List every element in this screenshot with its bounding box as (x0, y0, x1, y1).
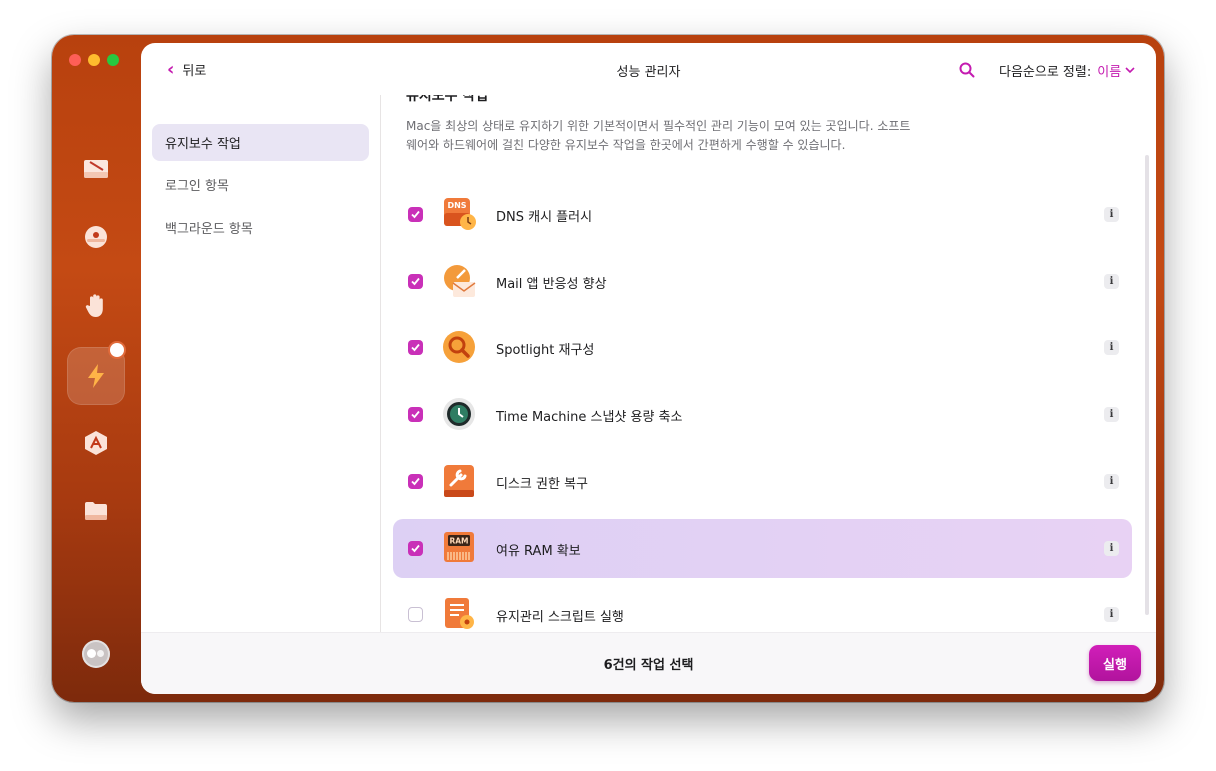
minimize-window-button[interactable] (88, 54, 100, 66)
protection-icon[interactable] (81, 222, 111, 252)
task-label: Mail 앱 반응성 향상 (496, 277, 607, 292)
checkmark-icon (411, 544, 420, 553)
info-button[interactable]: i (1104, 474, 1119, 489)
task-row-free-ram-selected[interactable]: RAM 여유 RAM 확보 i (393, 519, 1132, 578)
performance-bolt-icon[interactable] (81, 361, 111, 391)
category-nav: 유지보수 작업 로그인 항목 백그라운드 항목 (141, 95, 381, 632)
info-button[interactable]: i (1104, 541, 1119, 556)
time-machine-icon (441, 396, 477, 432)
task-checkbox[interactable] (408, 474, 423, 489)
checkmark-icon (411, 277, 420, 286)
scrollbar[interactable] (1145, 155, 1149, 615)
files-folder-icon[interactable] (81, 496, 111, 526)
ram-icon: RAM (441, 530, 477, 566)
task-label: 여유 RAM 확보 (496, 544, 581, 559)
scripts-icon (441, 596, 477, 632)
checkmark-icon (411, 343, 420, 352)
nav-item-label: 백그라운드 항목 (165, 222, 253, 237)
task-row-time-machine[interactable]: Time Machine 스냅샷 용량 축소 i (393, 385, 1132, 444)
task-row-mail[interactable]: Mail 앱 반응성 향상 i (393, 252, 1132, 311)
dns-icon-text: DNS (447, 201, 466, 210)
dns-icon: DNS (441, 196, 477, 232)
nav-item-label: 로그인 항목 (165, 179, 229, 194)
chevron-down-icon (1125, 67, 1135, 74)
checkmark-icon (411, 210, 420, 219)
footer-bar: 6건의 작업 선택 실행 (141, 632, 1156, 694)
privacy-hand-icon[interactable] (81, 290, 111, 320)
section-description: Mac을 최상의 상태로 유지하기 위한 기본적이면서 필수적인 관리 기능이 … (406, 119, 911, 152)
task-label: 디스크 권한 복구 (496, 477, 588, 492)
info-button[interactable]: i (1104, 340, 1119, 355)
nav-item-maintenance[interactable]: 유지보수 작업 (152, 124, 369, 161)
selection-count: 6건의 작업 선택 (603, 658, 694, 673)
sort-value: 이름 (1097, 65, 1122, 80)
task-label: Spotlight 재구성 (496, 343, 595, 358)
cleanup-icon[interactable] (81, 154, 111, 184)
task-row-dns[interactable]: DNS DNS 캐시 플러시 i (393, 185, 1132, 244)
task-row-disk-permissions[interactable]: 디스크 권한 복구 i (393, 452, 1132, 511)
applications-icon[interactable] (81, 428, 111, 458)
main-panel: ‹ 뒤로 성능 관리자 다음순으로 정렬: 이름 유지보수 작업 로그인 항목 … (141, 43, 1156, 694)
mail-speed-icon (441, 263, 477, 299)
task-checkbox[interactable] (408, 407, 423, 422)
task-label: Time Machine 스냅샷 용량 축소 (496, 410, 683, 425)
nav-item-background-items[interactable]: 백그라운드 항목 (152, 209, 369, 246)
assistant-avatar[interactable] (82, 640, 110, 668)
app-window: ‹ 뒤로 성능 관리자 다음순으로 정렬: 이름 유지보수 작업 로그인 항목 … (52, 35, 1164, 702)
info-button[interactable]: i (1104, 407, 1119, 422)
task-label: DNS 캐시 플러시 (496, 210, 593, 225)
run-button[interactable]: 실행 (1089, 645, 1141, 681)
task-row-maintenance-scripts[interactable]: 유지관리 스크립트 실행 i (393, 585, 1132, 632)
task-checkbox[interactable] (408, 207, 423, 222)
task-row-spotlight[interactable]: Spotlight 재구성 i (393, 318, 1132, 377)
disk-repair-icon (441, 463, 477, 499)
sort-control: 다음순으로 정렬: 이름 (999, 61, 1135, 80)
section-title: 유지보수 작업 (406, 95, 489, 104)
search-icon[interactable] (959, 62, 975, 78)
task-checkbox[interactable] (408, 274, 423, 289)
sort-dropdown[interactable]: 이름 (1097, 61, 1135, 80)
toolbar: ‹ 뒤로 성능 관리자 다음순으로 정렬: 이름 (141, 43, 1156, 95)
task-checkbox[interactable] (408, 541, 423, 556)
sort-label: 다음순으로 정렬: (999, 65, 1092, 80)
task-checkbox[interactable] (408, 607, 423, 622)
task-label: 유지관리 스크립트 실행 (496, 610, 624, 625)
task-checkbox[interactable] (408, 340, 423, 355)
task-list-area: 유지보수 작업 Mac을 최상의 상태로 유지하기 위한 기본적이면서 필수적인… (382, 95, 1156, 632)
info-button[interactable]: i (1104, 607, 1119, 622)
nav-item-login-items[interactable]: 로그인 항목 (152, 166, 369, 203)
info-button[interactable]: i (1104, 274, 1119, 289)
info-button[interactable]: i (1104, 207, 1119, 222)
nav-item-label: 유지보수 작업 (165, 137, 241, 152)
notification-dot (110, 343, 124, 357)
spotlight-icon (441, 329, 477, 365)
zoom-window-button[interactable] (107, 54, 119, 66)
checkmark-icon (411, 477, 420, 486)
ram-icon-text: RAM (449, 537, 468, 546)
close-window-button[interactable] (69, 54, 81, 66)
checkmark-icon (411, 410, 420, 419)
